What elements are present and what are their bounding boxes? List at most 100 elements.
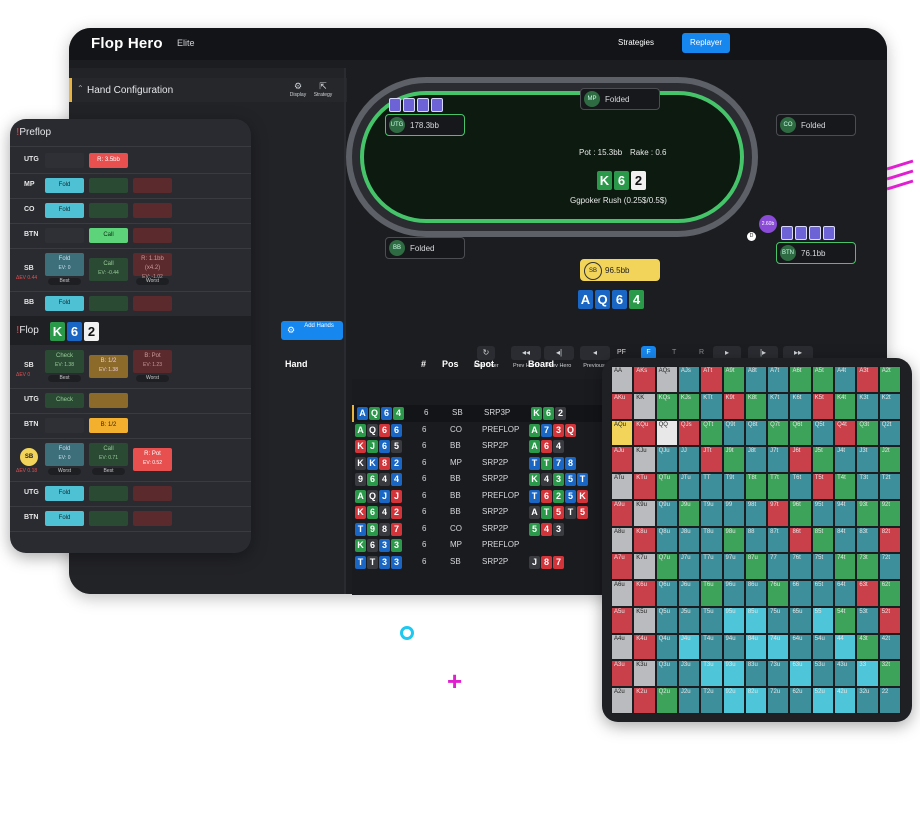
action-button[interactable]: Call EV: 0.71 <box>89 443 128 466</box>
action-button[interactable]: Fold EV: 0 <box>45 253 84 276</box>
range-cell[interactable]: K7u <box>633 553 656 581</box>
range-cell[interactable]: AA <box>611 366 634 393</box>
range-cell[interactable]: K3t <box>856 392 879 420</box>
range-cell[interactable]: 22 <box>878 687 901 714</box>
range-cell[interactable]: J3u <box>677 660 701 688</box>
action-button[interactable]: Call EV: -0.44 <box>89 258 128 281</box>
range-cell[interactable]: A5t <box>811 366 835 393</box>
action-button[interactable] <box>89 393 128 408</box>
action-button[interactable]: R: 1.1bb (x4.2) EV: -1.02 <box>133 253 172 280</box>
range-cell[interactable]: K8t <box>744 392 768 420</box>
range-cell[interactable]: 96u <box>722 580 745 607</box>
range-cell[interactable]: T7u <box>700 553 723 581</box>
action-button[interactable]: Check <box>45 393 84 408</box>
range-cell[interactable]: K9u <box>633 499 656 527</box>
action-button[interactable] <box>89 296 128 311</box>
range-cell[interactable]: J3t <box>856 446 879 474</box>
prev-hand-button[interactable]: ◂◂ <box>511 346 541 360</box>
range-cell[interactable]: 72u <box>767 687 790 714</box>
range-cell[interactable]: Q9t <box>722 419 745 447</box>
range-cell[interactable]: 97u <box>722 553 745 581</box>
range-cell[interactable]: J5t <box>811 446 835 474</box>
range-cell[interactable]: 83t <box>856 526 879 554</box>
range-cell[interactable]: AQu <box>611 419 634 447</box>
range-cell[interactable]: Q3u <box>655 660 678 688</box>
range-cell[interactable]: 64u <box>789 633 812 661</box>
seat-co[interactable]: CO Folded <box>776 114 856 136</box>
range-cell[interactable]: 73u <box>767 660 790 688</box>
range-cell[interactable]: JTu <box>677 473 701 500</box>
range-cell[interactable]: T6t <box>789 473 812 500</box>
street-tab-pf[interactable]: PF <box>617 349 626 356</box>
start-over-button[interactable]: ↻ <box>477 346 495 360</box>
range-cell[interactable]: 75t <box>811 553 835 581</box>
range-cell[interactable]: 82t <box>878 526 901 554</box>
range-cell[interactable]: 43t <box>856 633 879 661</box>
range-cell[interactable]: A4t <box>834 366 857 393</box>
range-cell[interactable]: T6u <box>700 580 723 607</box>
range-cell[interactable]: T2t <box>878 473 901 500</box>
range-cell[interactable]: T8u <box>700 526 723 554</box>
nav-replayer[interactable]: Replayer <box>682 33 730 53</box>
range-cell[interactable]: 94u <box>722 633 745 661</box>
hand-list-row[interactable]: A Q J J 6 BB PREFLOP T 6 2 5 K <box>352 488 602 505</box>
range-cell[interactable]: Q2t <box>878 419 901 447</box>
range-cell[interactable]: 87u <box>744 553 768 581</box>
range-cell[interactable]: T4t <box>834 473 857 500</box>
range-cell[interactable]: A6u <box>611 580 634 607</box>
range-cell[interactable]: 85t <box>811 526 835 554</box>
range-cell[interactable]: 32u <box>856 687 879 714</box>
range-cell[interactable]: JJ <box>677 446 701 474</box>
range-cell[interactable]: 62t <box>878 580 901 607</box>
action-button[interactable]: B: Pot EV: 1.23 <box>133 350 172 373</box>
range-cell[interactable]: 77 <box>767 553 790 581</box>
range-cell[interactable]: 72t <box>878 553 901 581</box>
range-cell[interactable]: 93u <box>722 660 745 688</box>
range-cell[interactable]: Q7u <box>655 553 678 581</box>
range-cell[interactable]: 92t <box>878 499 901 527</box>
range-cell[interactable]: T9u <box>700 499 723 527</box>
range-cell[interactable]: 74t <box>834 553 857 581</box>
range-cell[interactable]: ATt <box>700 366 723 393</box>
range-cell[interactable]: T8t <box>744 473 768 500</box>
range-cell[interactable]: QTu <box>655 473 678 500</box>
action-button[interactable] <box>89 203 128 218</box>
range-cell[interactable]: 87t <box>767 526 790 554</box>
range-cell[interactable]: 84t <box>834 526 857 554</box>
range-cell[interactable]: Q7t <box>767 419 790 447</box>
range-cell[interactable]: 65t <box>811 580 835 607</box>
range-cell[interactable]: K6u <box>633 580 656 607</box>
range-cell[interactable]: 95t <box>811 499 835 527</box>
street-tab-r[interactable]: R <box>699 349 704 356</box>
range-cell[interactable]: T4u <box>700 633 723 661</box>
range-cell[interactable]: 53u <box>811 660 835 688</box>
range-cell[interactable]: Q8t <box>744 419 768 447</box>
range-cell[interactable]: Q6t <box>789 419 812 447</box>
range-cell[interactable]: 65u <box>789 606 812 634</box>
action-button[interactable]: Fold <box>45 486 84 501</box>
range-cell[interactable]: AJs <box>677 366 701 393</box>
range-cell[interactable]: 74u <box>767 633 790 661</box>
action-button[interactable] <box>133 228 172 243</box>
action-button[interactable]: R: 3.5bb <box>89 153 128 168</box>
range-cell[interactable]: 42u <box>834 687 857 714</box>
seat-bb[interactable]: BB Folded <box>385 237 465 259</box>
hand-list-row[interactable]: K 6 3 3 6 MP PREFLOP <box>352 537 602 554</box>
range-cell[interactable]: 75u <box>767 606 790 634</box>
range-cell[interactable]: T5u <box>700 606 723 634</box>
range-cell[interactable]: 83u <box>744 660 768 688</box>
display-button[interactable]: ⚙ Display <box>285 81 311 98</box>
action-button[interactable] <box>45 228 84 243</box>
range-cell[interactable]: J8u <box>677 526 701 554</box>
range-cell[interactable]: Q2u <box>655 687 678 714</box>
action-button[interactable] <box>89 178 128 193</box>
range-cell[interactable]: T7t <box>767 473 790 500</box>
range-cell[interactable]: A7u <box>611 553 634 581</box>
range-cell[interactable]: J6u <box>677 580 701 607</box>
hand-list-row[interactable]: T T 3 3 6 SB SRP2P J 8 7 <box>352 554 602 571</box>
range-cell[interactable]: J7u <box>677 553 701 581</box>
range-cell[interactable]: 95u <box>722 606 745 634</box>
range-cell[interactable]: 44 <box>834 633 857 661</box>
range-cell[interactable]: KTu <box>633 473 656 500</box>
range-cell[interactable]: 94t <box>834 499 857 527</box>
